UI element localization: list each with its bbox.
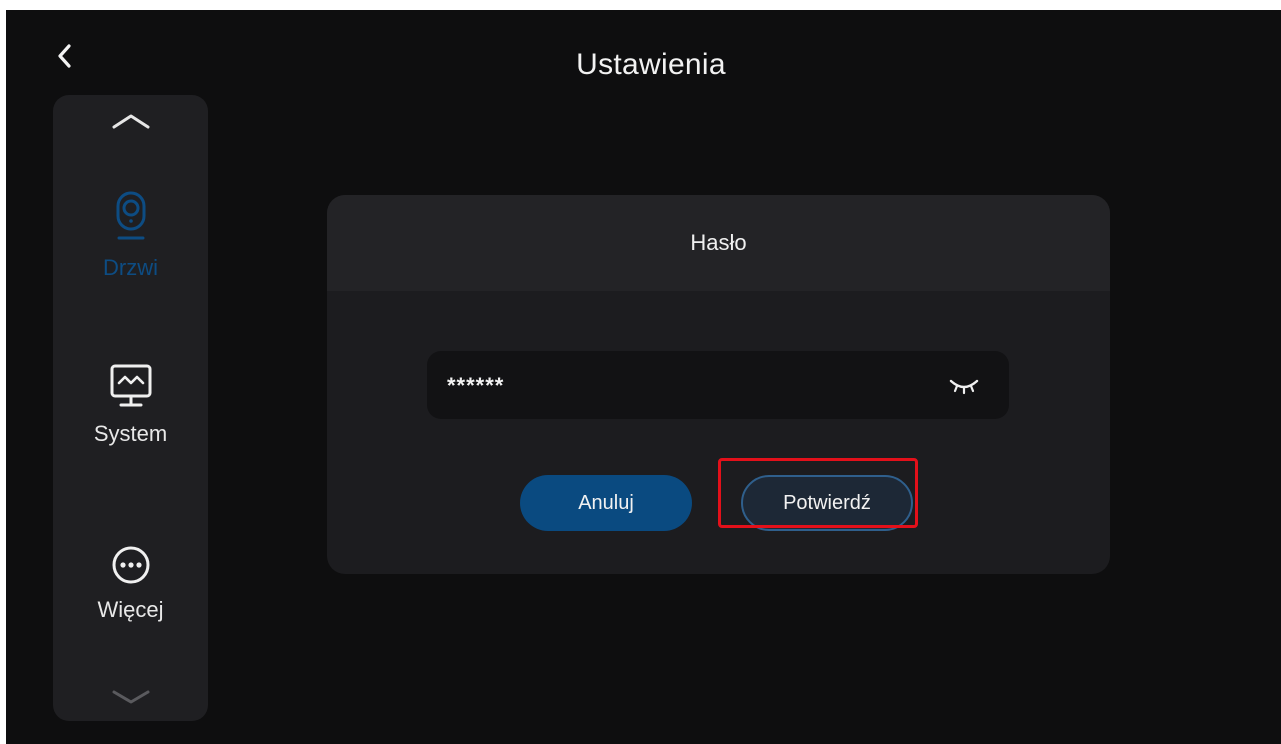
sidebar-scroll-up[interactable]: [111, 111, 151, 131]
sidebar-item-label: System: [93, 421, 168, 446]
monitor-icon: [110, 364, 151, 407]
sidebar-item-drzwi[interactable]: Drzwi: [53, 191, 208, 281]
door-camera-icon: [116, 191, 145, 240]
cancel-button[interactable]: Anuluj: [520, 475, 692, 531]
sidebar-item-label: Drzwi: [103, 255, 158, 280]
settings-screen: Ustawienia Drzwi System Więcej Hasło ***…: [6, 10, 1281, 744]
confirm-button[interactable]: Potwierdź: [741, 475, 913, 531]
chevron-down-icon: [112, 690, 149, 704]
chevron-up-icon: [112, 114, 149, 129]
password-field[interactable]: ******: [427, 351, 1009, 419]
sidebar-item-system[interactable]: System: [53, 363, 208, 447]
sidebar-item-wiecej[interactable]: Więcej: [53, 545, 208, 623]
dialog-title: Hasło: [327, 195, 1110, 291]
password-value: ******: [447, 373, 505, 398]
sidebar-scroll-down[interactable]: [111, 687, 151, 707]
sidebar-item-label: Więcej: [97, 597, 164, 622]
password-dialog: Hasło ****** Anuluj Potwierdź: [327, 195, 1110, 574]
more-dots-icon: [112, 546, 149, 584]
sidebar: Drzwi System Więcej: [53, 95, 208, 721]
page-title: Ustawienia: [576, 48, 726, 81]
eye-closed-icon[interactable]: [947, 375, 981, 397]
